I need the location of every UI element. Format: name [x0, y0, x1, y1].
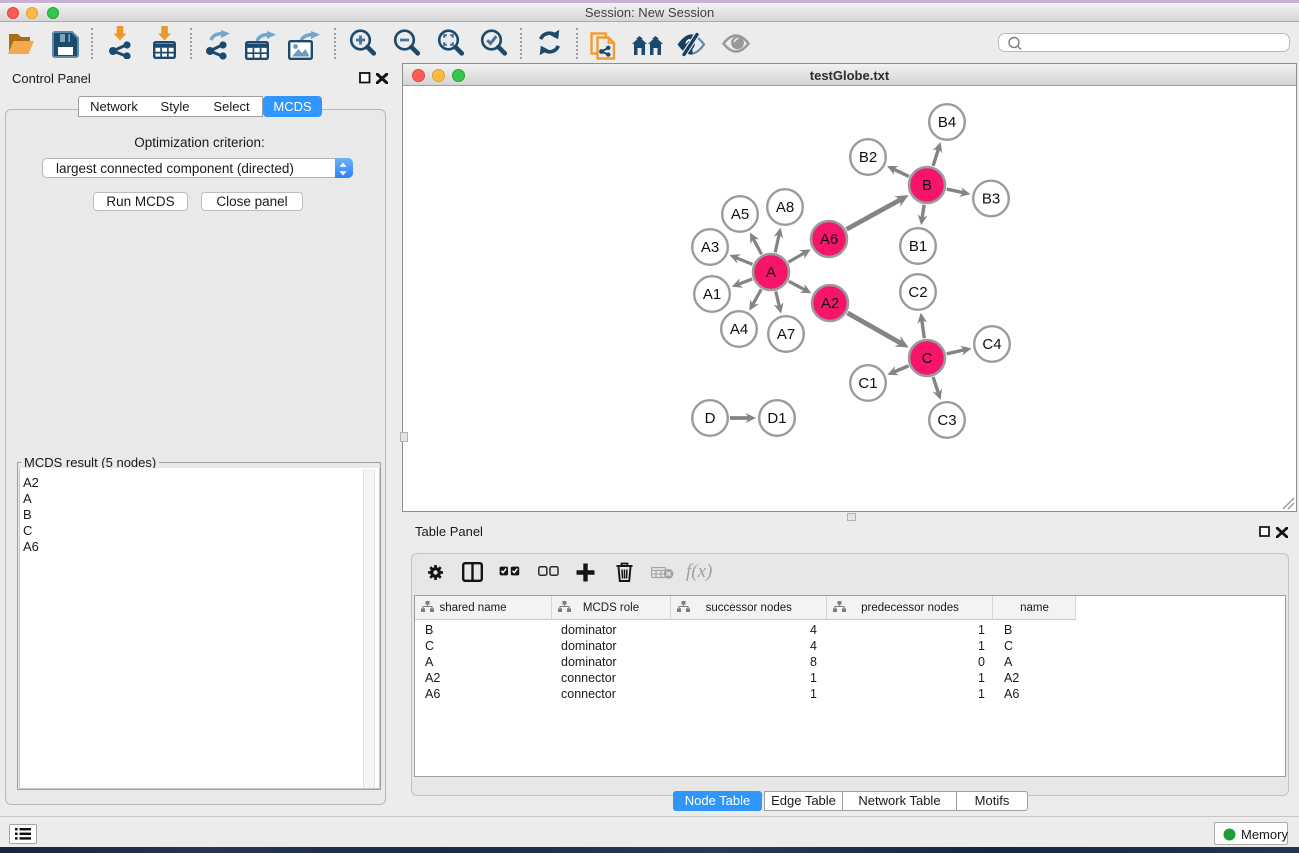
svg-text:A8: A8 — [776, 199, 794, 216]
svg-text:B4: B4 — [938, 114, 956, 131]
svg-text:C4: C4 — [982, 336, 1001, 353]
svg-text:B1: B1 — [909, 238, 927, 255]
svg-text:C: C — [922, 350, 933, 367]
svg-text:A7: A7 — [777, 326, 795, 343]
svg-text:B3: B3 — [982, 191, 1000, 208]
svg-text:A2: A2 — [821, 295, 839, 312]
svg-text:D: D — [705, 410, 716, 427]
svg-text:B2: B2 — [859, 149, 877, 166]
svg-text:A1: A1 — [703, 286, 721, 303]
svg-text:D1: D1 — [767, 410, 786, 427]
svg-text:A5: A5 — [731, 206, 749, 223]
svg-text:C3: C3 — [937, 412, 956, 429]
svg-text:C2: C2 — [908, 284, 927, 301]
svg-text:A4: A4 — [730, 321, 748, 338]
svg-text:A6: A6 — [820, 231, 838, 248]
svg-text:A3: A3 — [701, 239, 719, 256]
svg-text:B: B — [922, 177, 932, 194]
svg-text:C1: C1 — [858, 375, 877, 392]
svg-text:A: A — [766, 264, 776, 281]
